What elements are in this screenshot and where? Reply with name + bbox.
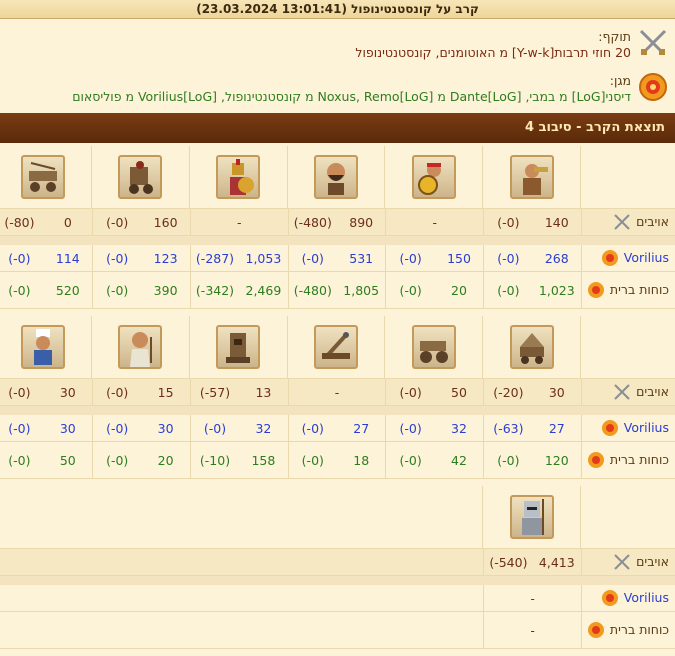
defender-names[interactable]: דיסני[LoG] מ במבי, Dante[LoG] מ Noxus, R… [72,89,631,105]
crossed-swords-icon [614,214,630,230]
table-cell: 32 (0-) [385,415,483,441]
unit-group-3: אויבים 4,413 (540-) Vorilius - כוחות ברית… [0,486,675,649]
table-cell: 1,805 (480-) [287,272,386,308]
table-cell: 158 (10-) [189,442,288,478]
vorilius-row: Vorilius 268 (0-) 150 (0-) 531 (0-) 1,053 (2… [0,245,675,272]
shield-emblem-icon [601,420,618,436]
attacker-label: תוקף: [598,29,631,44]
chef-portrait[interactable] [20,325,65,369]
unit-portraits-row [0,486,675,549]
table-cell: - [483,585,581,611]
spartan-hoplite-portrait[interactable] [216,155,261,199]
enemies-label: אויבים [636,384,669,399]
table-cell: 20 (0-) [385,272,483,308]
crossed-swords-icon [614,554,630,570]
table-cell: 390 (0-) [92,272,190,308]
shield-emblem-icon [587,622,604,638]
shield-warrior-portrait[interactable] [411,155,456,199]
vorilius-row: Vorilius 27 (63-) 32 (0-) 27 (0-) 32 (0-) 30… [0,415,675,442]
table-cell: 30 (0-) [8,420,76,436]
table-cell: 27 (0-) [287,415,386,441]
enemies-label: אויבים [636,214,669,229]
unit-group-1: אויבים 140 (0-) - 890 (480-) - 160 (0-) 0 (8… [0,146,675,309]
table-cell: 123 (0-) [92,245,190,271]
table-cell: 13 (57-) [189,379,288,405]
table-cell: - [385,209,483,235]
enemies-row: אויבים 30 (20-) 50 (0-) - 13 (57-) 15 (0-) 3… [0,379,675,406]
table-cell: 15 (0-) [92,379,190,405]
chariot-machine-portrait[interactable] [20,155,65,199]
shield-emblem-icon [587,282,604,298]
allies-row: כוחות ברית - [0,612,675,649]
catapult-portrait[interactable] [314,325,359,369]
table-cell: 531 (0-) [287,245,386,271]
round-result-header: תוצאת הקרב - סיבוב 4 [0,113,675,143]
table-cell: 4,413 (540-) [483,549,581,575]
crossed-swords-icon [614,384,630,400]
table-cell: - [287,379,386,405]
table-cell: 18 (0-) [287,442,386,478]
table-cell: - [483,612,581,648]
allies-label: כוחות ברית [609,452,669,467]
horn-soldier-portrait[interactable] [509,155,554,199]
attacker-name[interactable]: 20 חוזי תרבות[Y-w-k] מ האוטומנים, קונסטנ… [355,45,631,61]
table-cell: 20 (0-) [92,442,190,478]
table-cell: 268 (0-) [483,245,581,271]
table-cell: 0 (80-) [4,214,72,230]
table-cell: - [189,209,288,235]
table-cell: 30 (0-) [92,415,190,441]
table-cell: 520 (0-) [8,282,80,298]
armored-war-cart-portrait[interactable] [118,155,163,199]
table-cell: 30 (0-) [8,384,76,400]
defender-label: מגן: [609,73,631,88]
table-cell: 1,023 (0-) [483,272,581,308]
table-cell: 1,053 (287-) [189,245,288,271]
shield-emblem-icon [587,452,604,468]
unit-portraits-row [0,316,675,379]
table-cell: 50 (0-) [385,379,483,405]
table-cell: 42 (0-) [385,442,483,478]
table-cell: 890 (480-) [287,209,386,235]
vorilius-label[interactable]: Vorilius [624,251,669,265]
table-cell: 32 (0-) [189,415,288,441]
allies-row: כוחות ברית 120 (0-) 42 (0-) 18 (0-) 158 (10-… [0,442,675,479]
enemies-row: אויבים 140 (0-) - 890 (480-) - 160 (0-) 0 (8… [0,209,675,236]
table-cell: 150 (0-) [385,245,483,271]
old-scholar-portrait[interactable] [118,325,163,369]
vorilius-row: Vorilius - [0,585,675,612]
table-cell: 160 (0-) [92,209,190,235]
table-cell: 114 (0-) [8,250,80,266]
vorilius-label[interactable]: Vorilius [624,591,669,605]
attacker-info: תוקף: 20 חוזי תרבות[Y-w-k] מ האוטומנים, … [6,23,669,67]
allies-label: כוחות ברית [609,622,669,637]
enemies-label: אויבים [636,554,669,569]
unit-group-2: אויבים 30 (20-) 50 (0-) - 13 (57-) 15 (0-) 3… [0,316,675,479]
shield-emblem-icon [639,73,667,101]
parties-panel: תוקף: 20 חוזי תרבות[Y-w-k] מ האוטומנים, … [0,19,675,111]
table-cell: 120 (0-) [483,442,581,478]
bearded-warrior-portrait[interactable] [314,155,359,199]
table-cell: 27 (63-) [483,415,581,441]
crossed-swords-icon [639,29,667,55]
battering-ram-portrait[interactable] [509,325,554,369]
siege-tower-portrait[interactable] [216,325,261,369]
shield-emblem-icon [601,250,618,266]
report-title: קרב על קונסטנטינופול (13:01:41 23.03.202… [0,0,675,19]
shield-emblem-icon [601,590,618,606]
armored-knight-portrait[interactable] [509,495,554,539]
table-cell: 50 (0-) [8,452,76,468]
allies-row: כוחות ברית 1,023 (0-) 20 (0-) 1,805 (480-) … [0,272,675,309]
table-cell: 140 (0-) [483,209,581,235]
siege-cannon-portrait[interactable] [411,325,456,369]
unit-portraits-row [0,146,675,209]
vorilius-label[interactable]: Vorilius [624,421,669,435]
defender-info: מגן: דיסני[LoG] מ במבי, Dante[LoG] מ Nox… [6,67,669,111]
battle-report: קרב על קונסטנטינופול (13:01:41 23.03.202… [0,0,675,656]
allies-label: כוחות ברית [609,282,669,297]
enemies-row: אויבים 4,413 (540-) [0,549,675,576]
table-cell: 2,469 (342-) [189,272,288,308]
table-cell: 30 (20-) [483,379,581,405]
